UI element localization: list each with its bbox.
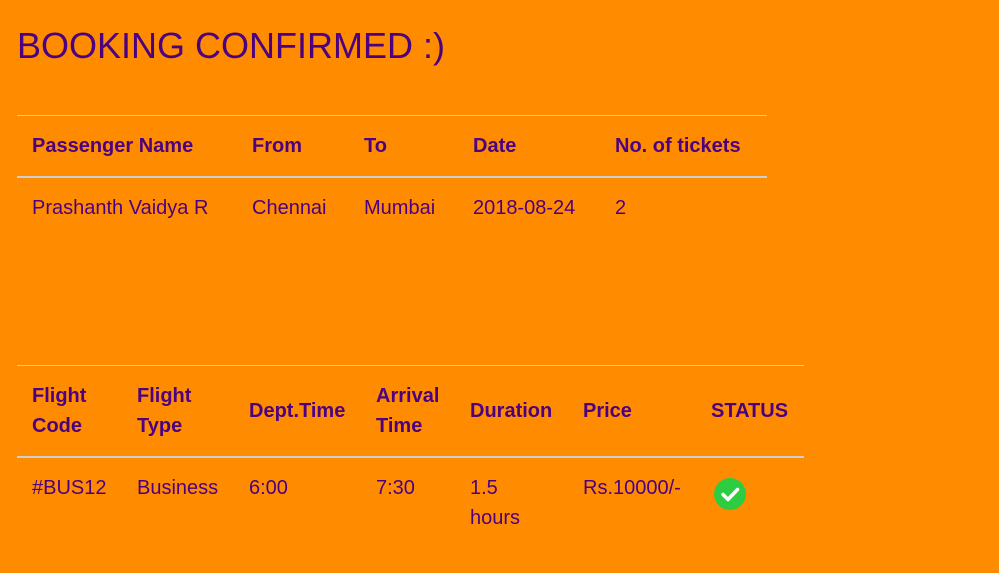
table-row: Prashanth Vaidya R Chennai Mumbai 2018-0… — [17, 177, 767, 238]
cell-to: Mumbai — [364, 197, 436, 219]
header-flight-code: Flight Code — [32, 385, 87, 437]
cell-date: 2018-08-24 — [473, 197, 576, 219]
header-arrival-time: Arrival Time — [376, 385, 440, 437]
header-date: Date — [473, 135, 517, 157]
header-no-of-tickets: No. of tickets — [615, 135, 741, 157]
header-flight-type: Flight Type — [137, 385, 192, 437]
header-dept-time: Dept.Time — [249, 400, 346, 422]
check-circle-icon — [714, 478, 746, 510]
page-title: BOOKING CONFIRMED :) — [17, 25, 446, 66]
cell-arrival-time: 7:30 — [376, 477, 415, 499]
cell-dept-time: 6:00 — [249, 477, 288, 499]
cell-duration: 1.5 hours — [470, 477, 521, 529]
cell-price: Rs.10000/- — [583, 477, 681, 499]
flight-table: Flight Code Flight Type Dept.Time Arriva… — [17, 365, 804, 563]
header-price: Price — [583, 400, 632, 422]
header-to: To — [364, 135, 387, 157]
passenger-table: Passenger Name From To Date No. of ticke… — [17, 115, 767, 238]
header-from: From — [252, 135, 302, 157]
header-status: STATUS — [711, 400, 789, 422]
cell-status — [696, 457, 804, 563]
cell-passenger-name: Prashanth Vaidya R — [32, 197, 209, 219]
header-duration: Duration — [470, 400, 553, 422]
header-passenger-name: Passenger Name — [32, 135, 194, 157]
cell-tickets: 2 — [615, 197, 627, 219]
table-row: #BUS12 Business 6:00 7:30 1.5 hours Rs.1… — [17, 457, 804, 563]
passenger-table-header-row: Passenger Name From To Date No. of ticke… — [17, 115, 767, 177]
cell-from: Chennai — [252, 197, 327, 219]
cell-flight-code: #BUS12 — [32, 477, 107, 499]
flight-table-header-row: Flight Code Flight Type Dept.Time Arriva… — [17, 365, 804, 457]
cell-flight-type: Business — [137, 477, 219, 499]
